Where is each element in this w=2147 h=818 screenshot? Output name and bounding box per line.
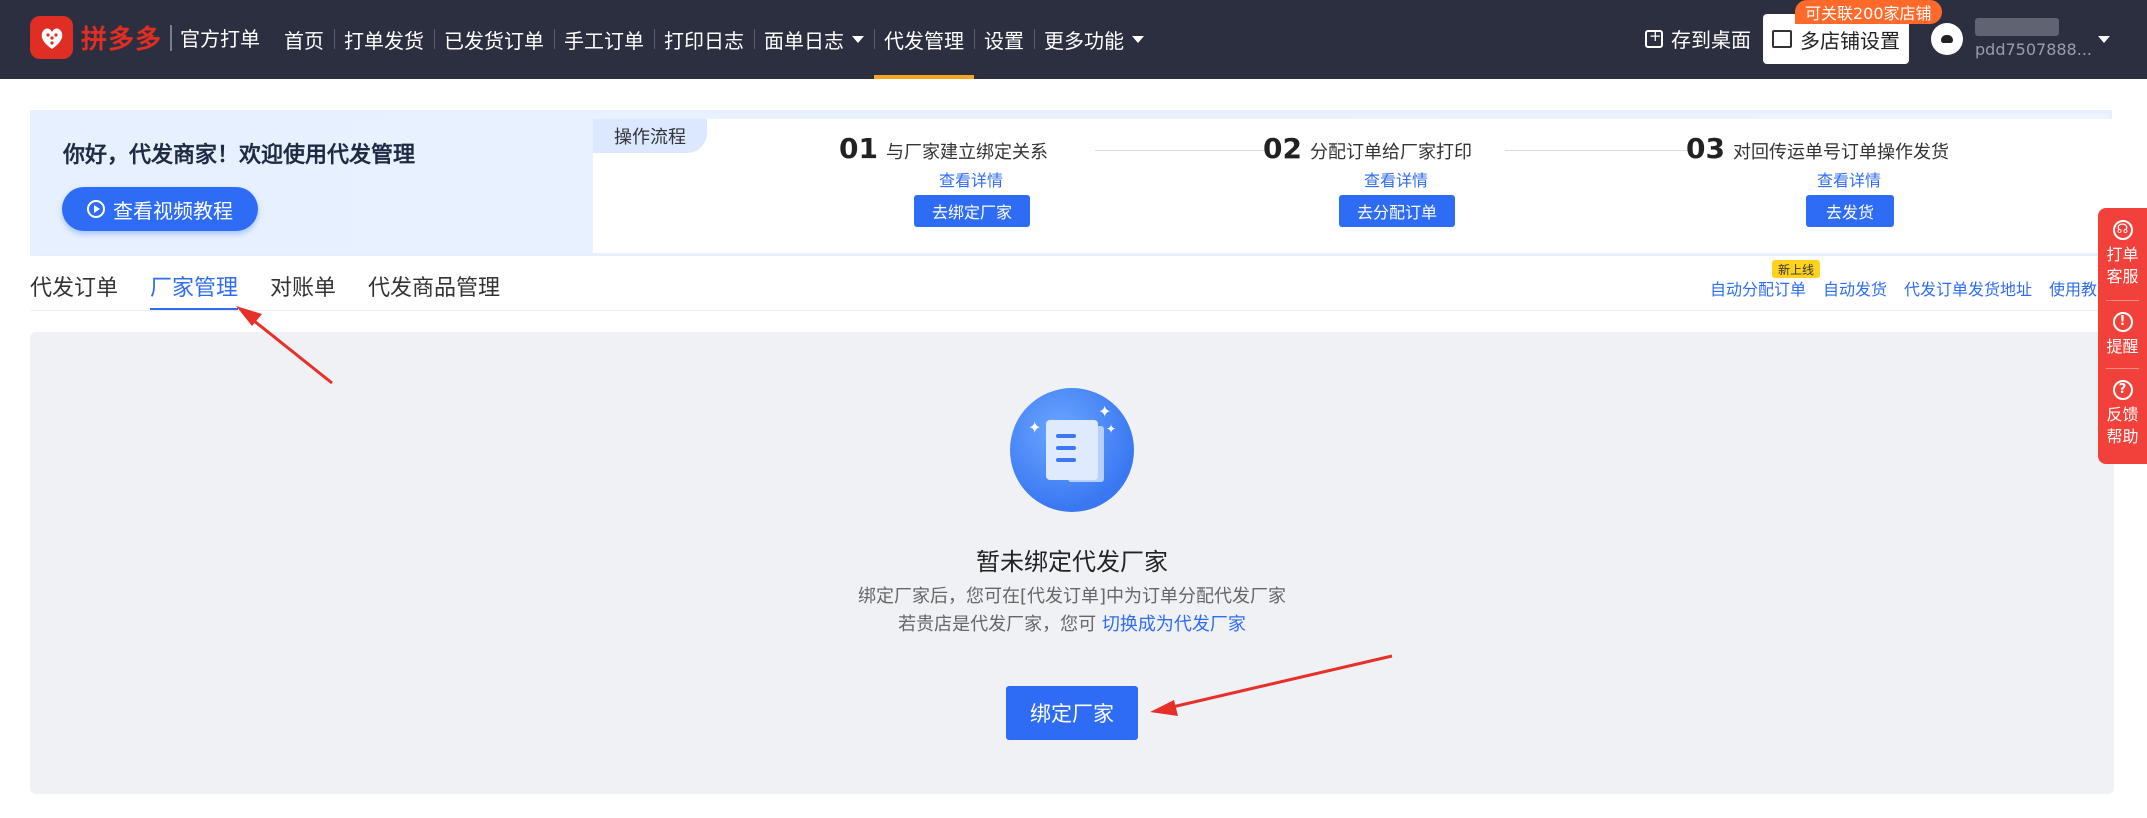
store-icon xyxy=(1772,30,1792,48)
document-shape xyxy=(1046,420,1098,480)
float-item-label: 帮助 xyxy=(2106,427,2139,446)
flow-step-2-detail-link[interactable]: 查看详情 xyxy=(1364,167,1428,191)
float-divider xyxy=(2106,300,2139,301)
sparkle-icon: ✦ xyxy=(1028,418,1042,437)
play-icon xyxy=(87,200,105,218)
go-ship-button[interactable]: 去发货 xyxy=(1806,195,1894,227)
flow-step-1-detail-link[interactable]: 查看详情 xyxy=(939,167,1003,191)
flow-step-number: 02 xyxy=(1263,132,1302,165)
user-id: pdd7507888... xyxy=(1975,40,2092,59)
float-customer-service[interactable]: ☊ 打单 客服 xyxy=(2098,220,2147,288)
flow-step-title: 分配订单给厂家打印 xyxy=(1309,142,1472,163)
save-to-desktop-button[interactable]: 存到桌面 xyxy=(1645,24,1751,53)
tabs-divider xyxy=(30,310,2112,311)
float-item-label: 客服 xyxy=(2106,267,2139,286)
help-icon: ? xyxy=(2112,380,2133,400)
nav-item-dropship[interactable]: 代发管理 xyxy=(874,0,974,79)
empty-document-icon: ✦ ✦ ✦ xyxy=(1010,388,1134,512)
flow-connector-line xyxy=(1095,150,1267,151)
multi-shop-settings-label: 多店铺设置 xyxy=(1800,28,1900,53)
brand-divider xyxy=(170,24,173,51)
quick-links: 自动分配订单 自动发货 代发订单发货地址 使用教 xyxy=(1710,276,2114,300)
user-account-menu[interactable]: pdd7507888... xyxy=(1975,14,2092,64)
float-feedback-help[interactable]: ? 反馈 帮助 xyxy=(2098,380,2147,448)
chevron-down-icon xyxy=(1132,36,1144,43)
headset-icon: ☊ xyxy=(2112,220,2133,240)
switch-to-factory-link[interactable]: 切换成为代发厂家 xyxy=(1102,614,1246,635)
sparkle-icon: ✦ xyxy=(1106,422,1117,436)
brand-name: 拼多多 xyxy=(81,25,163,55)
empty-state-title: 暂未绑定代发厂家 xyxy=(976,548,1168,576)
avatar[interactable] xyxy=(1931,23,1963,55)
float-item-label: 提醒 xyxy=(2106,337,2139,356)
nav-item-print-ship[interactable]: 打单发货 xyxy=(334,0,434,79)
chevron-down-icon[interactable] xyxy=(2098,36,2110,43)
sparkle-icon: ✦ xyxy=(1098,402,1112,421)
float-item-label: 反馈 xyxy=(2106,405,2139,424)
nav-item-shipped-orders[interactable]: 已发货订单 xyxy=(434,0,554,79)
flow-step-2: 02 分配订单给厂家打印 xyxy=(1263,132,1472,165)
floating-service-panel: ☊ 打单 客服 ! 提醒 ? 反馈 帮助 xyxy=(2098,208,2147,464)
empty-state-description: 绑定厂家后，您可在[代发订单]中为订单分配代发厂家 xyxy=(857,586,1287,607)
float-item-label: 打单 xyxy=(2106,245,2139,264)
add-to-desktop-icon xyxy=(1645,27,1663,48)
alert-icon: ! xyxy=(2112,312,2133,332)
welcome-banner: 你好，代发商家！欢迎使用代发管理 查看视频教程 操作流程 01 与厂家建立绑定关… xyxy=(30,110,2112,256)
go-assign-orders-button[interactable]: 去分配订单 xyxy=(1339,195,1455,227)
auto-assign-orders-link[interactable]: 自动分配订单 xyxy=(1710,276,1806,300)
nav-item-manual-orders[interactable]: 手工订单 xyxy=(554,0,654,79)
nav-item-waybill-log-label: 面单日志 xyxy=(764,29,844,53)
float-reminder[interactable]: ! 提醒 xyxy=(2098,312,2147,358)
user-avatar-icon xyxy=(1941,35,1953,43)
brand-subtitle: 官方打单 xyxy=(180,27,261,51)
auto-ship-link[interactable]: 自动发货 xyxy=(1823,276,1887,300)
tab-factory-management[interactable]: 厂家管理 xyxy=(150,262,239,310)
nav-item-more[interactable]: 更多功能 xyxy=(1034,0,1154,79)
nav-item-print-log[interactable]: 打印日志 xyxy=(654,0,754,79)
empty-state-hint: 若贵店是代发厂家，您可 切换成为代发厂家 xyxy=(30,610,2114,636)
factory-management-panel: ✦ ✦ ✦ 暂未绑定代发厂家 绑定厂家后，您可在[代发订单]中为订单分配代发厂家… xyxy=(30,332,2114,794)
empty-state-hint-text: 若贵店是代发厂家，您可 xyxy=(898,614,1102,635)
flow-step-title: 对回传运单号订单操作发货 xyxy=(1732,142,1949,163)
top-navigation-bar: 拼多多 官方打单 首页 打单发货 已发货订单 手工订单 打印日志 面单日志 代发… xyxy=(0,0,2147,79)
video-tutorial-button[interactable]: 查看视频教程 xyxy=(62,187,258,231)
bind-factory-button[interactable]: 绑定厂家 xyxy=(1006,686,1138,740)
nav-item-settings[interactable]: 设置 xyxy=(974,0,1034,79)
flow-step-number: 01 xyxy=(839,132,878,165)
dropship-tabs: 代发订单 厂家管理 对账单 代发商品管理 xyxy=(30,262,532,310)
video-tutorial-label: 查看视频教程 xyxy=(113,198,233,223)
go-bind-factory-button[interactable]: 去绑定厂家 xyxy=(914,195,1030,227)
operation-flow-panel: 操作流程 01 与厂家建立绑定关系 查看详情 去绑定厂家 02 分配订单给厂家打… xyxy=(593,119,2112,253)
flow-step-number: 03 xyxy=(1686,132,1725,165)
main-nav: 首页 打单发货 已发货订单 手工订单 打印日志 面单日志 代发管理 设置 更多功… xyxy=(274,0,1154,79)
user-name-redacted xyxy=(1975,18,2059,36)
nav-item-more-label: 更多功能 xyxy=(1044,29,1124,53)
operation-flow-tag: 操作流程 xyxy=(593,119,707,153)
brand-logo[interactable]: 拼多多 官方打单 xyxy=(30,16,260,59)
save-to-desktop-label: 存到桌面 xyxy=(1671,28,1751,52)
dropship-ship-address-link[interactable]: 代发订单发货地址 xyxy=(1904,276,2032,300)
nav-item-waybill-log[interactable]: 面单日志 xyxy=(754,0,874,79)
flow-step-1: 01 与厂家建立绑定关系 xyxy=(839,132,1048,165)
tab-dropship-orders[interactable]: 代发订单 xyxy=(30,262,118,310)
shop-link-badge: 可关联200家店铺 xyxy=(1795,0,1942,24)
tab-statement[interactable]: 对账单 xyxy=(270,262,336,310)
flow-step-3: 03 对回传运单号订单操作发货 xyxy=(1686,132,1949,165)
welcome-greeting: 你好，代发商家！欢迎使用代发管理 xyxy=(63,143,416,168)
pinduoduo-logo-icon xyxy=(30,16,73,59)
chevron-down-icon xyxy=(852,36,864,43)
usage-tutorial-link[interactable]: 使用教 xyxy=(2049,276,2097,300)
flow-connector-line xyxy=(1505,150,1693,151)
tab-dropship-products[interactable]: 代发商品管理 xyxy=(368,262,500,310)
nav-item-home[interactable]: 首页 xyxy=(274,0,334,79)
float-divider xyxy=(2106,368,2139,369)
flow-step-3-detail-link[interactable]: 查看详情 xyxy=(1817,167,1881,191)
flow-step-title: 与厂家建立绑定关系 xyxy=(885,142,1048,163)
